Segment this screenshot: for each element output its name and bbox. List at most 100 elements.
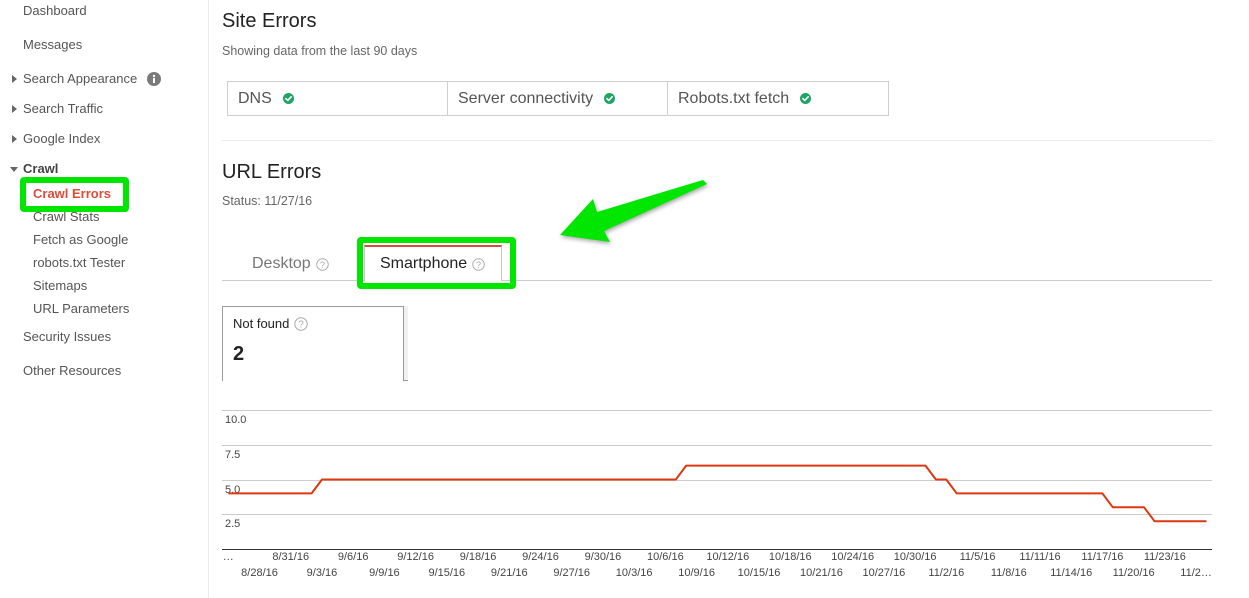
data-point[interactable] bbox=[746, 463, 752, 469]
info-icon[interactable] bbox=[147, 72, 161, 86]
data-point[interactable] bbox=[288, 490, 294, 496]
data-point[interactable] bbox=[423, 477, 429, 483]
data-point[interactable] bbox=[1172, 518, 1178, 524]
data-point[interactable] bbox=[735, 463, 741, 469]
data-point[interactable] bbox=[1162, 518, 1168, 524]
data-point[interactable] bbox=[642, 477, 648, 483]
data-point[interactable] bbox=[309, 490, 315, 496]
data-point[interactable] bbox=[798, 463, 804, 469]
data-point[interactable] bbox=[413, 477, 419, 483]
data-point[interactable] bbox=[860, 463, 866, 469]
data-point[interactable] bbox=[225, 490, 231, 496]
data-point[interactable] bbox=[277, 490, 283, 496]
data-point[interactable] bbox=[766, 463, 772, 469]
status-server-connectivity[interactable]: Server connectivity bbox=[448, 82, 668, 115]
data-point[interactable] bbox=[1047, 490, 1053, 496]
data-point[interactable] bbox=[329, 477, 335, 483]
data-point[interactable] bbox=[985, 490, 991, 496]
data-point[interactable] bbox=[1037, 490, 1043, 496]
data-point[interactable] bbox=[361, 477, 367, 483]
sidebar-item-fetch-as-google[interactable]: Fetch as Google bbox=[33, 232, 128, 248]
data-point[interactable] bbox=[943, 477, 949, 483]
data-point[interactable] bbox=[527, 477, 533, 483]
data-point[interactable] bbox=[756, 463, 762, 469]
data-point[interactable] bbox=[995, 490, 1001, 496]
data-point[interactable] bbox=[1110, 504, 1116, 510]
data-point[interactable] bbox=[829, 463, 835, 469]
data-point[interactable] bbox=[350, 477, 356, 483]
data-point[interactable] bbox=[590, 477, 596, 483]
sidebar-item-other-resources[interactable]: Other Resources bbox=[23, 363, 121, 379]
data-point[interactable] bbox=[392, 477, 398, 483]
data-point[interactable] bbox=[236, 490, 242, 496]
data-point[interactable] bbox=[267, 490, 273, 496]
data-point[interactable] bbox=[923, 463, 929, 469]
data-point[interactable] bbox=[496, 477, 502, 483]
data-point[interactable] bbox=[1006, 490, 1012, 496]
data-point[interactable] bbox=[1183, 518, 1189, 524]
data-point[interactable] bbox=[340, 477, 346, 483]
sidebar-item-search-appearance[interactable]: Search Appearance bbox=[23, 71, 137, 87]
data-point[interactable] bbox=[1152, 518, 1158, 524]
data-point[interactable] bbox=[433, 477, 439, 483]
sidebar-item-security-issues[interactable]: Security Issues bbox=[23, 329, 111, 345]
data-point[interactable] bbox=[454, 477, 460, 483]
data-point[interactable] bbox=[787, 463, 793, 469]
data-point[interactable] bbox=[1068, 490, 1074, 496]
status-robots-fetch[interactable]: Robots.txt fetch bbox=[668, 82, 888, 115]
data-point[interactable] bbox=[881, 463, 887, 469]
data-point[interactable] bbox=[475, 477, 481, 483]
data-point[interactable] bbox=[662, 477, 668, 483]
data-point[interactable] bbox=[1089, 490, 1095, 496]
data-point[interactable] bbox=[548, 477, 554, 483]
data-point[interactable] bbox=[850, 463, 856, 469]
data-point[interactable] bbox=[610, 477, 616, 483]
data-point[interactable] bbox=[621, 477, 627, 483]
data-point[interactable] bbox=[964, 490, 970, 496]
sidebar-item-crawl-stats[interactable]: Crawl Stats bbox=[33, 209, 99, 225]
data-point[interactable] bbox=[517, 477, 523, 483]
data-point[interactable] bbox=[579, 477, 585, 483]
data-point[interactable] bbox=[465, 477, 471, 483]
data-point[interactable] bbox=[1058, 490, 1064, 496]
sidebar-item-crawl-errors[interactable]: Crawl Errors bbox=[33, 186, 111, 202]
data-point[interactable] bbox=[1131, 504, 1137, 510]
data-point[interactable] bbox=[1027, 490, 1033, 496]
data-point[interactable] bbox=[839, 463, 845, 469]
data-point[interactable] bbox=[1141, 504, 1147, 510]
status-dns[interactable]: DNS bbox=[228, 82, 448, 115]
tab-desktop[interactable]: Desktop ? bbox=[252, 255, 329, 273]
sidebar-item-google-index[interactable]: Google Index bbox=[23, 131, 100, 147]
help-icon[interactable]: ? bbox=[294, 317, 309, 331]
data-point[interactable] bbox=[381, 477, 387, 483]
data-point[interactable] bbox=[902, 463, 908, 469]
sidebar-item-robots-tester[interactable]: robots.txt Tester bbox=[33, 255, 125, 271]
data-point[interactable] bbox=[319, 477, 325, 483]
expand-arrow-icon[interactable] bbox=[12, 75, 17, 83]
data-point[interactable] bbox=[569, 477, 575, 483]
data-point[interactable] bbox=[1204, 518, 1210, 524]
data-point[interactable] bbox=[694, 463, 700, 469]
data-point[interactable] bbox=[725, 463, 731, 469]
data-point[interactable] bbox=[954, 490, 960, 496]
data-point[interactable] bbox=[673, 477, 679, 483]
sidebar-item-messages[interactable]: Messages bbox=[23, 37, 82, 53]
sidebar-item-url-parameters[interactable]: URL Parameters bbox=[33, 301, 129, 317]
data-point[interactable] bbox=[777, 463, 783, 469]
collapse-arrow-icon[interactable] bbox=[10, 167, 18, 172]
data-point[interactable] bbox=[704, 463, 710, 469]
data-point[interactable] bbox=[298, 490, 304, 496]
help-icon[interactable]: ? bbox=[472, 257, 485, 271]
data-point[interactable] bbox=[1016, 490, 1022, 496]
data-point[interactable] bbox=[912, 463, 918, 469]
sidebar-item-crawl[interactable]: Crawl bbox=[23, 161, 58, 177]
data-point[interactable] bbox=[1099, 490, 1105, 496]
data-point[interactable] bbox=[975, 490, 981, 496]
data-point[interactable] bbox=[1193, 518, 1199, 524]
help-icon[interactable]: ? bbox=[315, 257, 329, 271]
sidebar-item-search-traffic[interactable]: Search Traffic bbox=[23, 101, 103, 117]
data-point[interactable] bbox=[558, 477, 564, 483]
data-point[interactable] bbox=[1079, 490, 1085, 496]
data-point[interactable] bbox=[891, 463, 897, 469]
data-point[interactable] bbox=[933, 477, 939, 483]
